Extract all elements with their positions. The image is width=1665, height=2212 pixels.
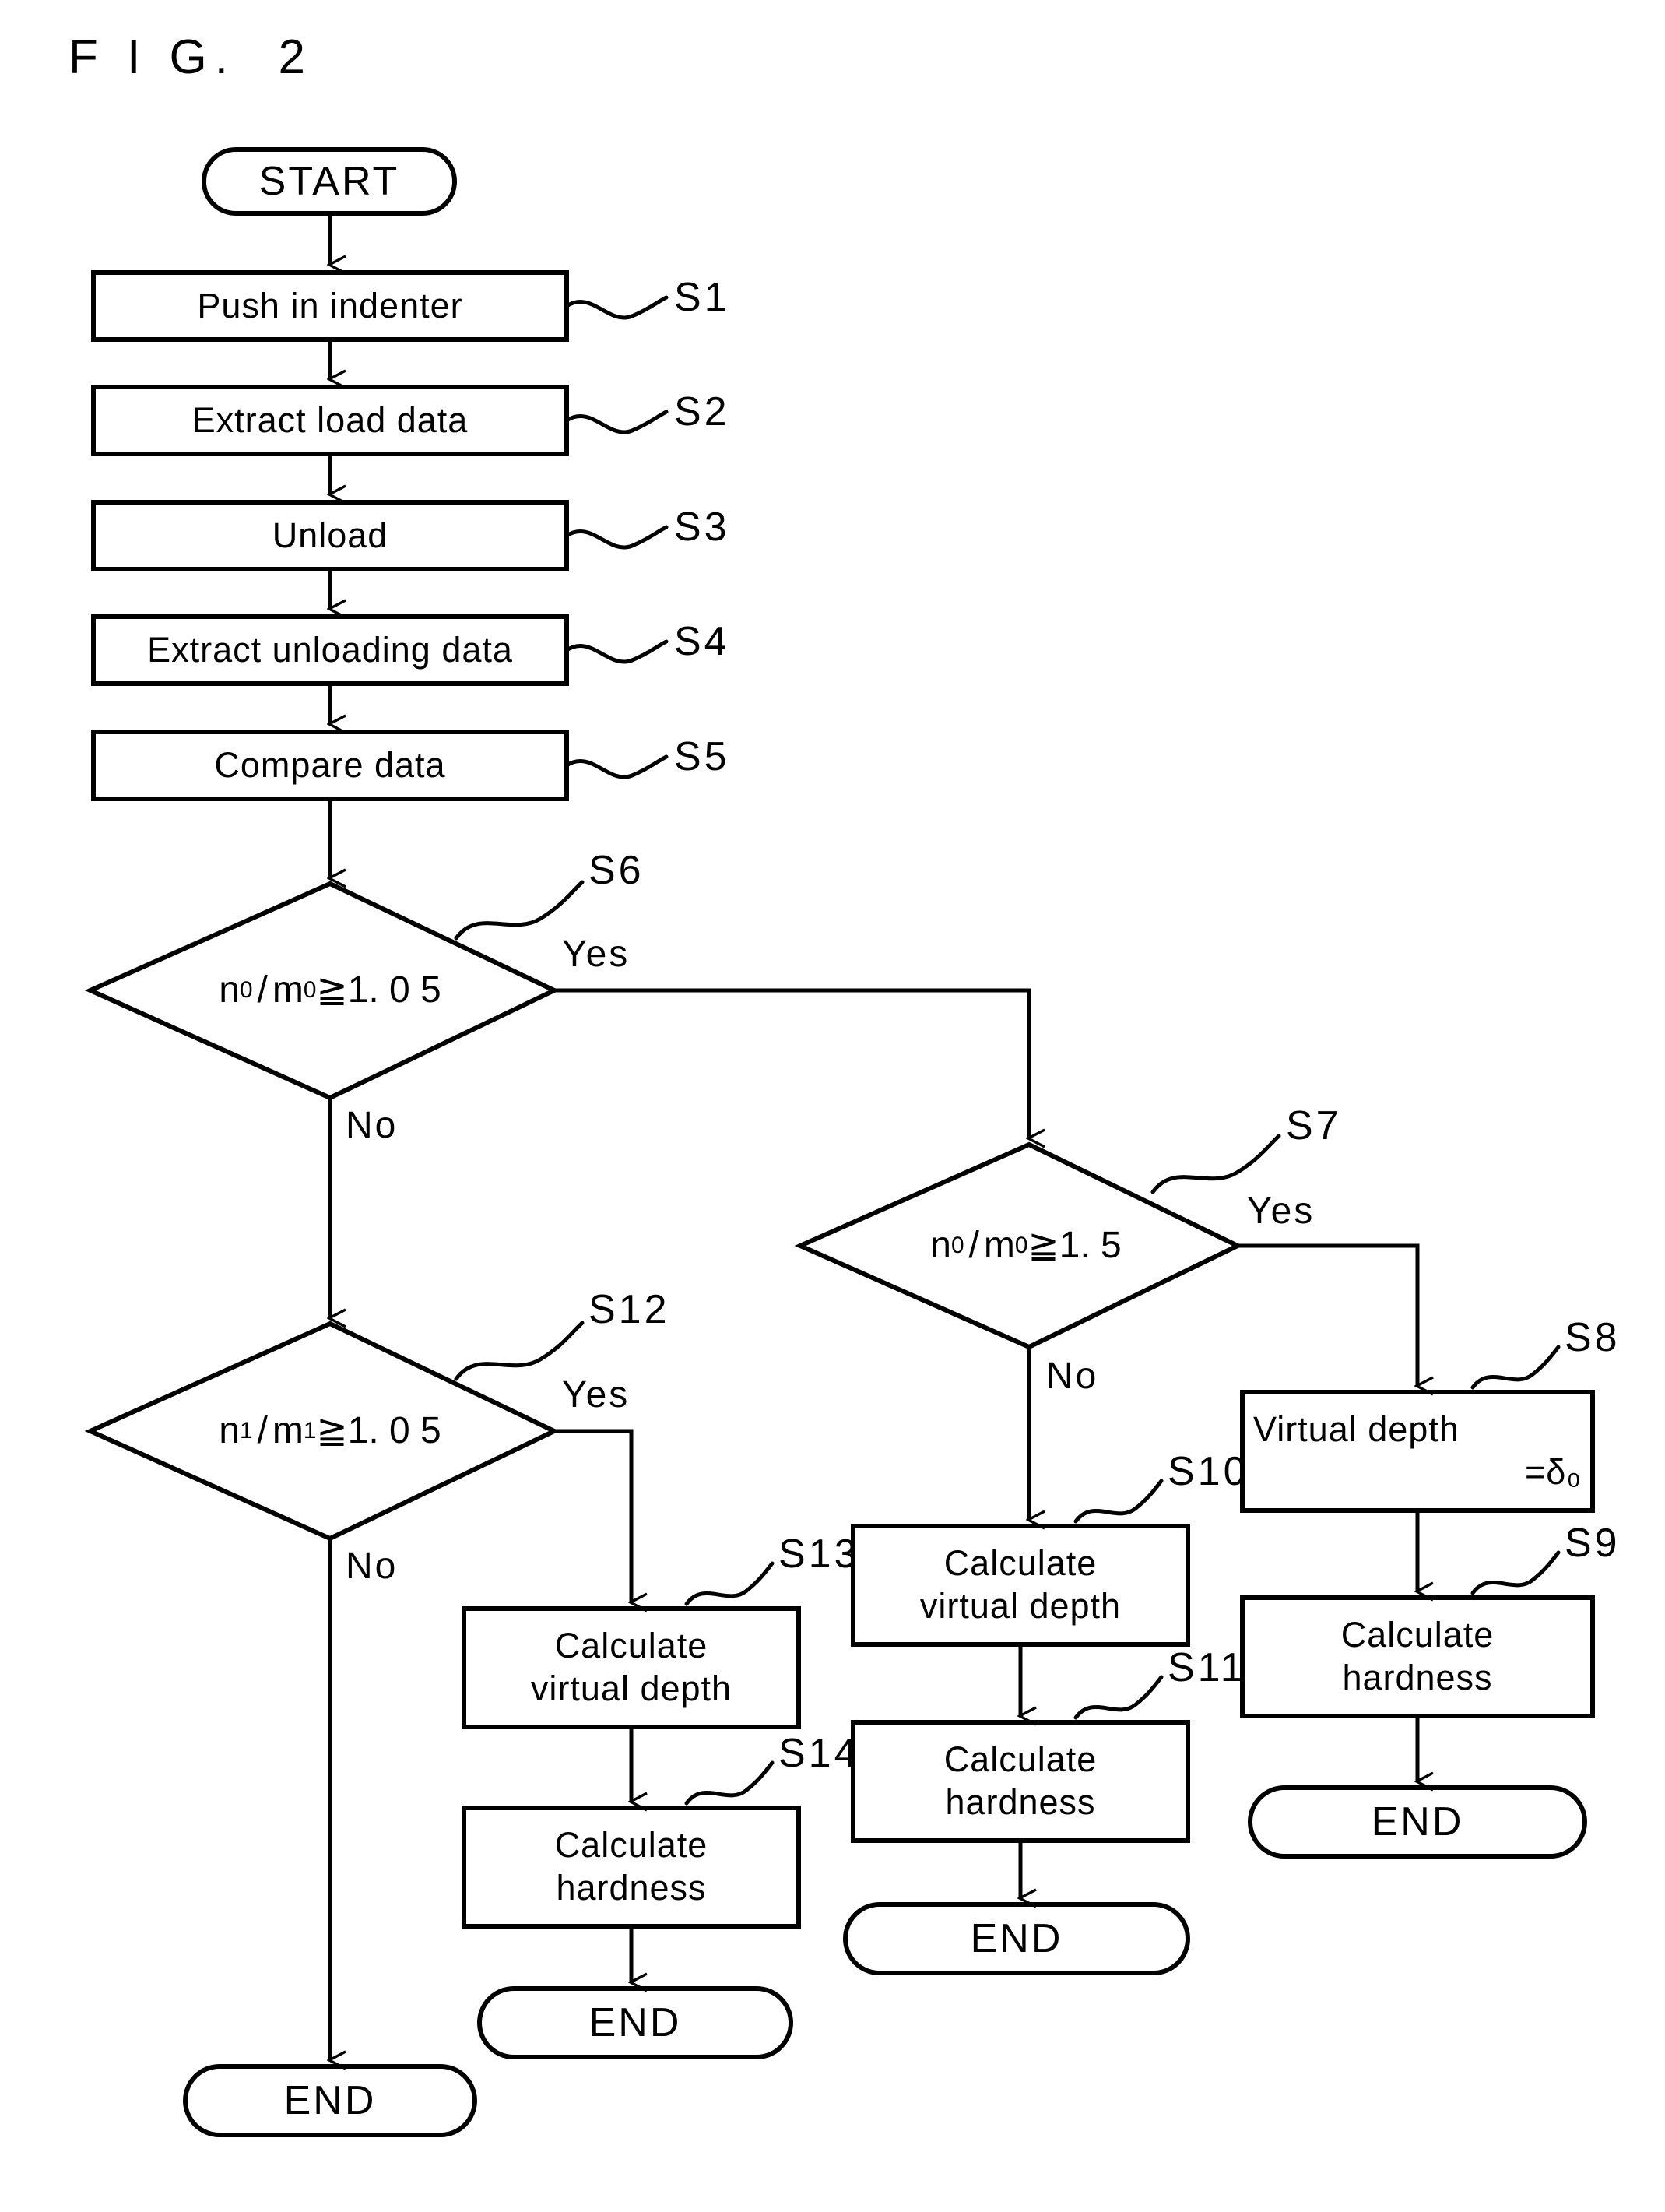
step-label-s6: S6 bbox=[588, 848, 645, 893]
leader-s9 bbox=[1470, 1550, 1561, 1595]
branch-label-s12-no: No bbox=[346, 1546, 399, 1587]
end-s11-terminator-shape bbox=[843, 1902, 1190, 1975]
step-label-s5: S5 bbox=[674, 734, 730, 779]
leader-s12 bbox=[454, 1321, 585, 1381]
step-label-s3: S3 bbox=[674, 505, 730, 550]
branch-label-s7-yes: Yes bbox=[1247, 1190, 1315, 1232]
branch-label-s6-no: No bbox=[346, 1105, 399, 1146]
s7-diamond-shape bbox=[794, 1141, 1243, 1350]
s4-box-shape bbox=[91, 614, 569, 686]
s14-box-shape bbox=[462, 1806, 801, 1929]
s8-box-shape bbox=[1240, 1390, 1595, 1513]
leader-s4 bbox=[564, 639, 669, 664]
leader-s8 bbox=[1470, 1345, 1561, 1390]
s9-box-shape bbox=[1240, 1595, 1595, 1718]
s1-box-shape bbox=[91, 270, 569, 342]
start-terminator-shape bbox=[202, 147, 457, 216]
leader-s2 bbox=[564, 410, 669, 434]
s12-diamond-shape bbox=[84, 1321, 560, 1542]
branch-label-s6-yes: Yes bbox=[562, 934, 631, 975]
s6-diamond-shape bbox=[84, 881, 560, 1101]
step-label-s9: S9 bbox=[1565, 1521, 1621, 1566]
leader-s6 bbox=[454, 880, 585, 941]
s5-box-shape bbox=[91, 730, 569, 801]
step-label-s13: S13 bbox=[778, 1532, 860, 1577]
edge-s12-s13 bbox=[554, 1429, 631, 1602]
s13-box-shape bbox=[462, 1606, 801, 1729]
step-label-s12: S12 bbox=[588, 1287, 670, 1332]
leader-s1 bbox=[564, 295, 669, 320]
leader-s7 bbox=[1150, 1134, 1281, 1194]
figure-page: F I G. 2 START END END END END Push in i… bbox=[0, 0, 1665, 2212]
s3-box-shape bbox=[91, 500, 569, 571]
end-left-terminator-shape bbox=[183, 2064, 477, 2137]
step-label-s14: S14 bbox=[778, 1731, 860, 1776]
leader-s10 bbox=[1073, 1479, 1164, 1524]
step-label-s7: S7 bbox=[1286, 1103, 1342, 1148]
s11-box-shape bbox=[851, 1720, 1190, 1843]
step-label-s4: S4 bbox=[674, 619, 730, 664]
step-label-s1: S1 bbox=[674, 275, 730, 320]
s2-box-shape bbox=[91, 385, 569, 456]
step-label-s8: S8 bbox=[1565, 1315, 1621, 1360]
step-label-s11: S11 bbox=[1168, 1645, 1246, 1690]
end-s14-terminator-shape bbox=[477, 1986, 793, 2059]
leader-s5 bbox=[564, 754, 669, 779]
branch-label-s7-no: No bbox=[1046, 1356, 1099, 1397]
leader-s11 bbox=[1073, 1675, 1164, 1720]
step-label-s2: S2 bbox=[674, 389, 730, 434]
step-label-s10: S10 bbox=[1168, 1449, 1249, 1494]
leader-s14 bbox=[684, 1760, 775, 1806]
edge-s7-s8 bbox=[1238, 1243, 1417, 1386]
edge-s6-s7 bbox=[554, 988, 1029, 1138]
s10-box-shape bbox=[851, 1524, 1190, 1647]
branch-label-s12-yes: Yes bbox=[562, 1374, 631, 1415]
flowchart-canvas bbox=[84, 147, 1595, 2137]
end-s9-terminator-shape bbox=[1248, 1785, 1587, 1859]
leader-s13 bbox=[684, 1561, 775, 1606]
leader-s3 bbox=[564, 525, 669, 550]
